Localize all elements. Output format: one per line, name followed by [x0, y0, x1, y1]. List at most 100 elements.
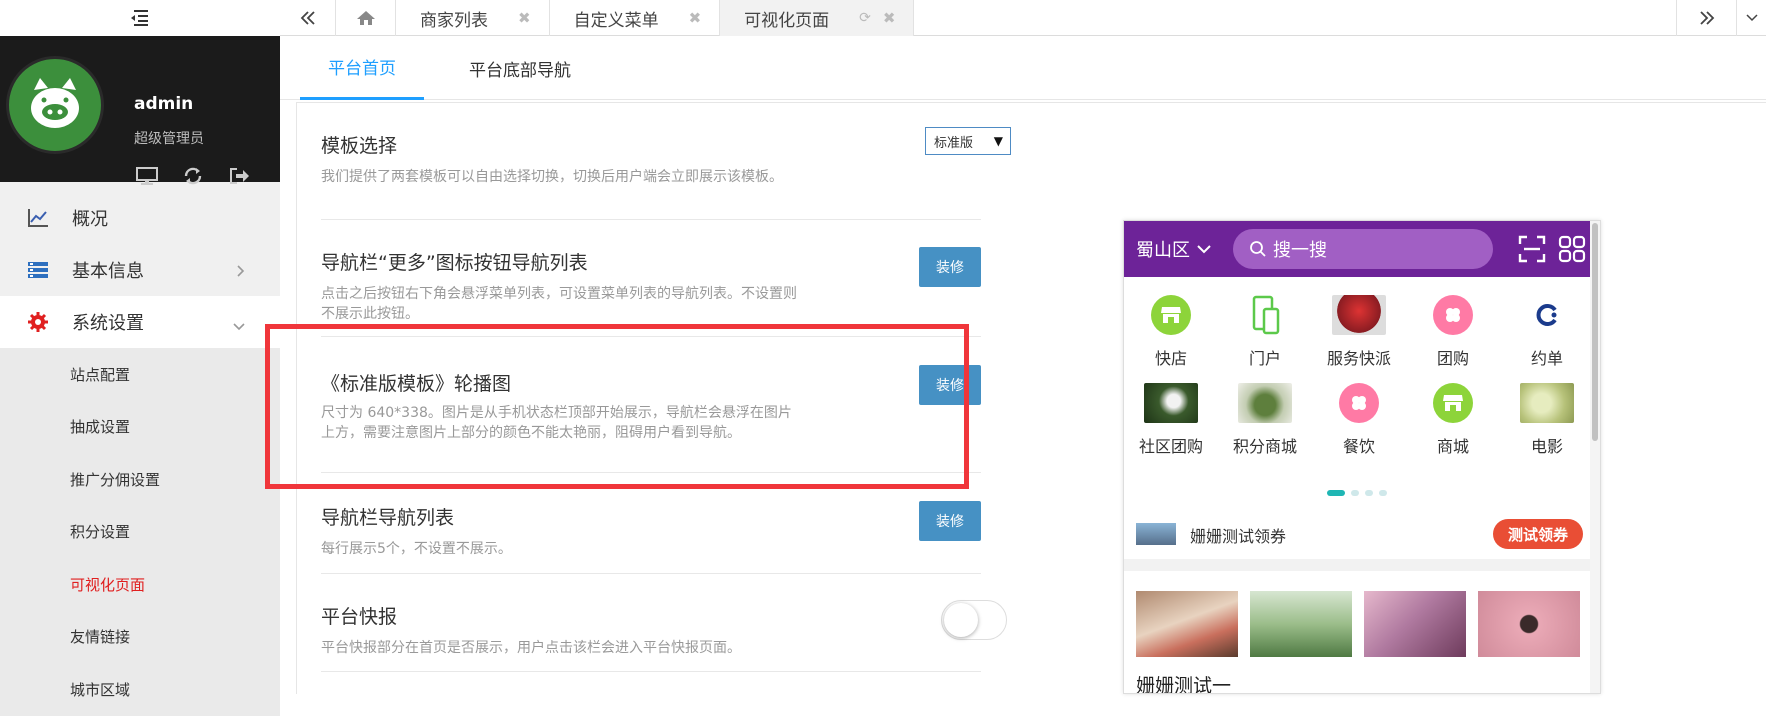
close-icon[interactable]: ✖: [689, 9, 702, 27]
photo-row: [1136, 591, 1580, 657]
movie-photo: [1520, 383, 1574, 423]
refresh-icon[interactable]: [180, 164, 206, 188]
tab-merchant-list[interactable]: 商家列表 ✖: [396, 0, 550, 36]
menu-item-overview[interactable]: 概况: [0, 192, 280, 244]
tab-label: 自定义菜单: [573, 10, 659, 31]
gear-icon: [26, 311, 50, 333]
profile-actions: [134, 164, 252, 188]
submenu-item-commission[interactable]: 抽成设置: [0, 401, 280, 454]
location-selector[interactable]: 蜀山区: [1136, 236, 1212, 262]
submenu-item-referral[interactable]: 推广分佣设置: [0, 453, 280, 506]
photo-thumbnail[interactable]: [1136, 591, 1238, 657]
grid-item[interactable]: 电影: [1500, 383, 1594, 457]
monitor-icon[interactable]: [134, 164, 160, 188]
tab-custom-menu[interactable]: 自定义菜单 ✖: [550, 0, 721, 36]
mobile-preview: 蜀山区 搜一搜 快店 门户 服务快派 团购 约单 社区团购 积分商城 餐饮 商城…: [1123, 220, 1601, 694]
chevron-down-icon: [1197, 245, 1211, 254]
phone-portal-icon: [1245, 295, 1285, 335]
menu-label: 基本信息: [72, 261, 144, 282]
setting-title: 模板选择: [321, 135, 398, 157]
submenu-item-friend-links[interactable]: 友情链接: [0, 611, 280, 664]
grid-item[interactable]: 社区团购: [1124, 383, 1218, 457]
search-placeholder: 搜一搜: [1273, 240, 1327, 261]
search-icon: [1250, 241, 1266, 257]
grid-item[interactable]: 餐饮: [1312, 383, 1406, 457]
submenu-item-site-config[interactable]: 站点配置: [0, 348, 280, 401]
setting-desc: 点击之后按钮右下角会悬浮菜单列表，可设置菜单列表的导航列表。不设置则不展示此按钮…: [321, 286, 797, 322]
grid-item[interactable]: 积分商城: [1218, 383, 1312, 457]
tab-home[interactable]: [336, 0, 396, 36]
tabs-scroll-left[interactable]: [280, 0, 336, 36]
scrollbar-thumb[interactable]: [1592, 223, 1598, 441]
submenu-item-city-area[interactable]: 城市区域: [0, 663, 280, 716]
grid-item[interactable]: 团购: [1406, 295, 1500, 369]
chevron-down-icon: [232, 316, 246, 337]
menu-item-system-settings[interactable]: 系统设置: [0, 296, 280, 348]
grid-item[interactable]: 快店: [1124, 295, 1218, 369]
photo-thumbnail[interactable]: [1250, 591, 1352, 657]
sidebar-toggle[interactable]: [0, 0, 280, 36]
logout-icon[interactable]: [226, 164, 252, 188]
grid-item[interactable]: 门户: [1218, 295, 1312, 369]
subtab-platform-home[interactable]: 平台首页: [300, 36, 424, 100]
grid-item[interactable]: 商城: [1406, 383, 1500, 457]
subtab-bottom-nav[interactable]: 平台底部导航: [440, 36, 600, 100]
tabs-scroll-right[interactable]: [1676, 0, 1736, 36]
user-role: 超级管理员: [134, 131, 204, 147]
chevron-right-icon: [236, 262, 246, 283]
close-icon[interactable]: ✖: [518, 9, 531, 27]
refresh-icon[interactable]: ⟳: [859, 10, 871, 26]
grid-label: 快店: [1154, 349, 1187, 368]
photo-thumbnail[interactable]: [1364, 591, 1466, 657]
c-logo-icon: [1527, 295, 1567, 335]
user-profile: admin 超级管理员: [0, 36, 280, 185]
tab-bar: 商家列表 ✖ 自定义菜单 ✖ 可视化页面 ⟳ ✖: [280, 0, 1766, 36]
shop-icon: [1151, 295, 1191, 335]
submenu-item-visual-page[interactable]: 可视化页面: [0, 558, 280, 611]
server-icon: [26, 259, 50, 281]
submenu-item-points[interactable]: 积分设置: [0, 506, 280, 559]
coupon-title: 姗姗测试领券: [1190, 527, 1287, 546]
coupon-thumbnail: [1136, 523, 1176, 545]
photo-thumbnail[interactable]: [1478, 591, 1580, 657]
grid-label: 积分商城: [1232, 437, 1297, 456]
grid-item[interactable]: 服务快派: [1312, 295, 1406, 369]
preview-scrollbar[interactable]: [1590, 221, 1600, 693]
shop-icon: [1433, 383, 1473, 423]
community-photo: [1144, 383, 1198, 423]
chevron-down-icon: [1745, 14, 1758, 22]
flash-news-toggle[interactable]: [941, 600, 1007, 640]
setting-template: 模板选择 我们提供了两套模板可以自由选择切换，切换后用户端会立即展示该模板。 标…: [321, 103, 1011, 220]
grid-label: 服务快派: [1326, 349, 1391, 368]
highlight-box: [265, 324, 969, 489]
grid-label: 约单: [1530, 349, 1563, 368]
menu-collapse-icon: [131, 10, 148, 26]
pig-avatar-icon: [31, 78, 79, 128]
grid-label: 商城: [1436, 437, 1469, 456]
setting-desc: 每行展示5个，不设置不展示。: [321, 541, 512, 557]
setting-title: 平台快报: [321, 606, 398, 628]
location-label: 蜀山区: [1136, 240, 1190, 261]
tab-visual-page[interactable]: 可视化页面 ⟳ ✖: [720, 0, 915, 36]
grid-label: 团购: [1436, 349, 1469, 368]
preview-search-bar[interactable]: 搜一搜: [1233, 229, 1493, 269]
tabs-dropdown[interactable]: [1736, 0, 1766, 36]
menu-item-basic-info[interactable]: 基本信息: [0, 244, 280, 296]
decorate-button[interactable]: 装修: [919, 501, 981, 541]
scan-icon[interactable]: [1518, 235, 1546, 263]
clover-icon: [1339, 383, 1379, 423]
setting-more-nav: 导航栏“更多”图标按钮导航列表 点击之后按钮右下角会悬浮菜单列表，可设置菜单列表…: [321, 220, 981, 337]
grid-label: 社区团购: [1138, 437, 1203, 456]
coupon-button[interactable]: 测试领券: [1493, 519, 1583, 549]
setting-desc: 我们提供了两套模板可以自由选择切换，切换后用户端会立即展示该模板。: [321, 169, 783, 185]
clover-icon: [1433, 295, 1473, 335]
decorate-button[interactable]: 装修: [919, 247, 981, 287]
grid-item[interactable]: 约单: [1500, 295, 1594, 369]
grid-menu-icon[interactable]: [1558, 235, 1586, 263]
close-icon[interactable]: ✖: [883, 9, 896, 27]
template-select[interactable]: 标准版 ▼: [925, 127, 1011, 155]
succulent-photo: [1238, 383, 1292, 423]
coupon-bar[interactable]: 姗姗测试领券 测试领券: [1124, 509, 1592, 559]
grid-label: 餐饮: [1342, 437, 1375, 456]
sidebar: admin 超级管理员 概况 基本信息 系统设置 站点配置 抽成设置 推广分佣设…: [0, 0, 280, 716]
